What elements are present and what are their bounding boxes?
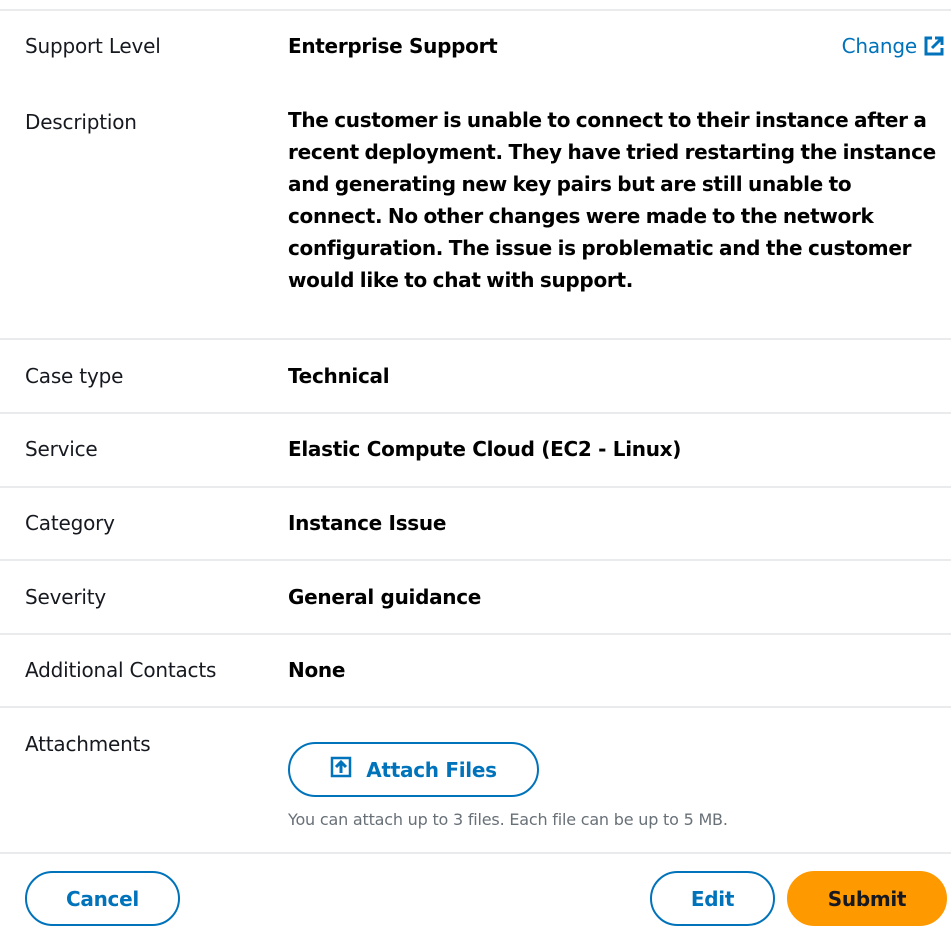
- change-support-level-link[interactable]: Change: [842, 34, 945, 58]
- divider: [0, 852, 951, 854]
- category-value: Instance Issue: [288, 511, 447, 535]
- category-label: Category: [25, 511, 115, 535]
- divider: [0, 706, 951, 708]
- support-level-value: Enterprise Support: [288, 34, 498, 58]
- service-label: Service: [25, 437, 98, 461]
- severity-label: Severity: [25, 585, 106, 609]
- attach-hint-text: You can attach up to 3 files. Each file …: [288, 810, 728, 829]
- divider: [0, 633, 951, 635]
- severity-value: General guidance: [288, 585, 482, 609]
- attach-files-label: Attach Files: [366, 757, 497, 782]
- service-value: Elastic Compute Cloud (EC2 - Linux): [288, 437, 682, 461]
- divider: [0, 338, 951, 340]
- attach-files-button[interactable]: Attach Files: [288, 742, 539, 797]
- additional-contacts-label: Additional Contacts: [25, 658, 217, 682]
- support-level-label: Support Level: [25, 34, 161, 58]
- edit-button[interactable]: Edit: [650, 871, 775, 926]
- attachments-label: Attachments: [25, 732, 151, 756]
- submit-button[interactable]: Submit: [787, 871, 947, 926]
- divider: [0, 412, 951, 414]
- edit-button-label: Edit: [690, 886, 735, 911]
- external-link-icon: [923, 35, 945, 57]
- description-value: The customer is unable to connect to the…: [288, 108, 936, 292]
- case-type-label: Case type: [25, 364, 124, 388]
- change-link-label: Change: [841, 34, 918, 58]
- divider: [0, 559, 951, 561]
- submit-button-label: Submit: [827, 886, 907, 911]
- description-label: Description: [25, 110, 137, 134]
- divider: [0, 486, 951, 488]
- top-divider: [0, 9, 951, 11]
- case-type-value: Technical: [288, 364, 390, 388]
- cancel-button[interactable]: Cancel: [25, 871, 180, 926]
- additional-contacts-value: None: [288, 658, 346, 682]
- cancel-button-label: Cancel: [66, 886, 139, 911]
- upload-icon: [330, 756, 352, 783]
